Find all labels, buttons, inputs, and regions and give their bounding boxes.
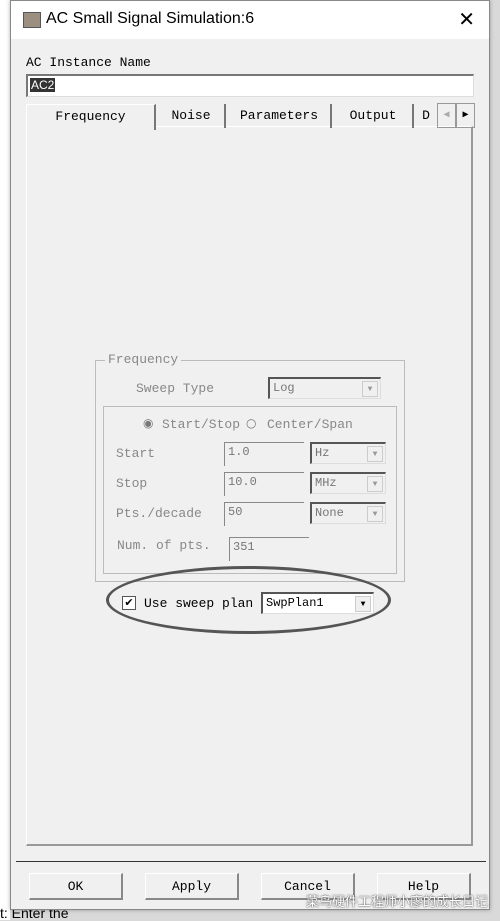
sweep-type-label: Sweep Type xyxy=(136,381,215,396)
stop-input[interactable]: 10.0 xyxy=(224,472,304,496)
window-title: AC Small Signal Simulation:6 xyxy=(46,10,255,27)
pts-per-decade-input[interactable]: 50 xyxy=(224,502,304,526)
radio-start-stop-label: Start/Stop xyxy=(162,417,241,432)
ac-simulation-dialog: AC Small Signal Simulation:6 ✕ AC Instan… xyxy=(10,0,490,910)
instance-name-input[interactable]: AC2 xyxy=(26,74,474,97)
ok-button[interactable]: OK xyxy=(29,873,123,900)
stop-unit-value: MHz xyxy=(315,476,337,490)
app-icon xyxy=(23,12,41,28)
sweep-type-select[interactable]: Log ▼ xyxy=(268,377,381,399)
radio-center-span[interactable]: ○ xyxy=(246,416,256,430)
pts-unit-select[interactable]: None ▼ xyxy=(310,502,386,524)
watermark: 菜鸟硬件工程师小廖的成长日记 xyxy=(306,895,489,910)
apply-button[interactable]: Apply xyxy=(145,873,239,900)
sweep-type-value: Log xyxy=(273,381,295,395)
start-unit-select[interactable]: Hz ▼ xyxy=(310,442,386,464)
divider xyxy=(16,861,486,862)
chevron-down-icon: ▼ xyxy=(367,506,383,522)
tab-scroll-left-icon[interactable]: ◀ xyxy=(437,103,456,128)
chevron-down-icon: ▼ xyxy=(367,476,383,492)
tab-parameters[interactable]: Parameters xyxy=(228,104,332,128)
tab-output[interactable]: Output xyxy=(334,104,414,128)
num-pts-input[interactable]: 351 xyxy=(229,537,309,561)
start-input[interactable]: 1.0 xyxy=(224,442,304,466)
tab-label: Parameters xyxy=(239,108,318,123)
stop-unit-select[interactable]: MHz ▼ xyxy=(310,472,386,494)
instance-name-label: AC Instance Name xyxy=(26,55,151,70)
frequency-group-label: Frequency xyxy=(105,352,182,367)
tab-label: D xyxy=(422,108,430,123)
radio-start-stop[interactable]: ◉ xyxy=(143,416,153,430)
tab-d[interactable]: D xyxy=(416,104,436,128)
pts-per-decade-label: Pts./decade xyxy=(116,506,202,521)
highlight-ellipse xyxy=(106,566,391,634)
background-window xyxy=(0,0,10,920)
tab-label: Output xyxy=(349,108,397,123)
num-pts-label: Num. of pts. xyxy=(117,538,211,553)
start-unit-value: Hz xyxy=(315,446,330,460)
chevron-down-icon: ▼ xyxy=(362,381,378,397)
tab-frequency[interactable]: Frequency xyxy=(26,104,156,130)
tab-scroll-right-icon[interactable]: ▶ xyxy=(456,103,475,128)
tab-noise[interactable]: Noise xyxy=(158,104,226,128)
tab-label: Noise xyxy=(171,108,211,123)
title-bar: AC Small Signal Simulation:6 ✕ xyxy=(11,1,489,39)
instance-name-value: AC2 xyxy=(30,78,56,92)
pts-unit-value: None xyxy=(315,506,344,520)
stop-label: Stop xyxy=(116,476,148,491)
start-label: Start xyxy=(116,446,156,461)
chevron-down-icon: ▼ xyxy=(367,446,383,462)
close-icon[interactable]: ✕ xyxy=(458,7,475,31)
tab-label: Frequency xyxy=(55,109,126,124)
radio-center-span-label: Center/Span xyxy=(267,417,353,432)
